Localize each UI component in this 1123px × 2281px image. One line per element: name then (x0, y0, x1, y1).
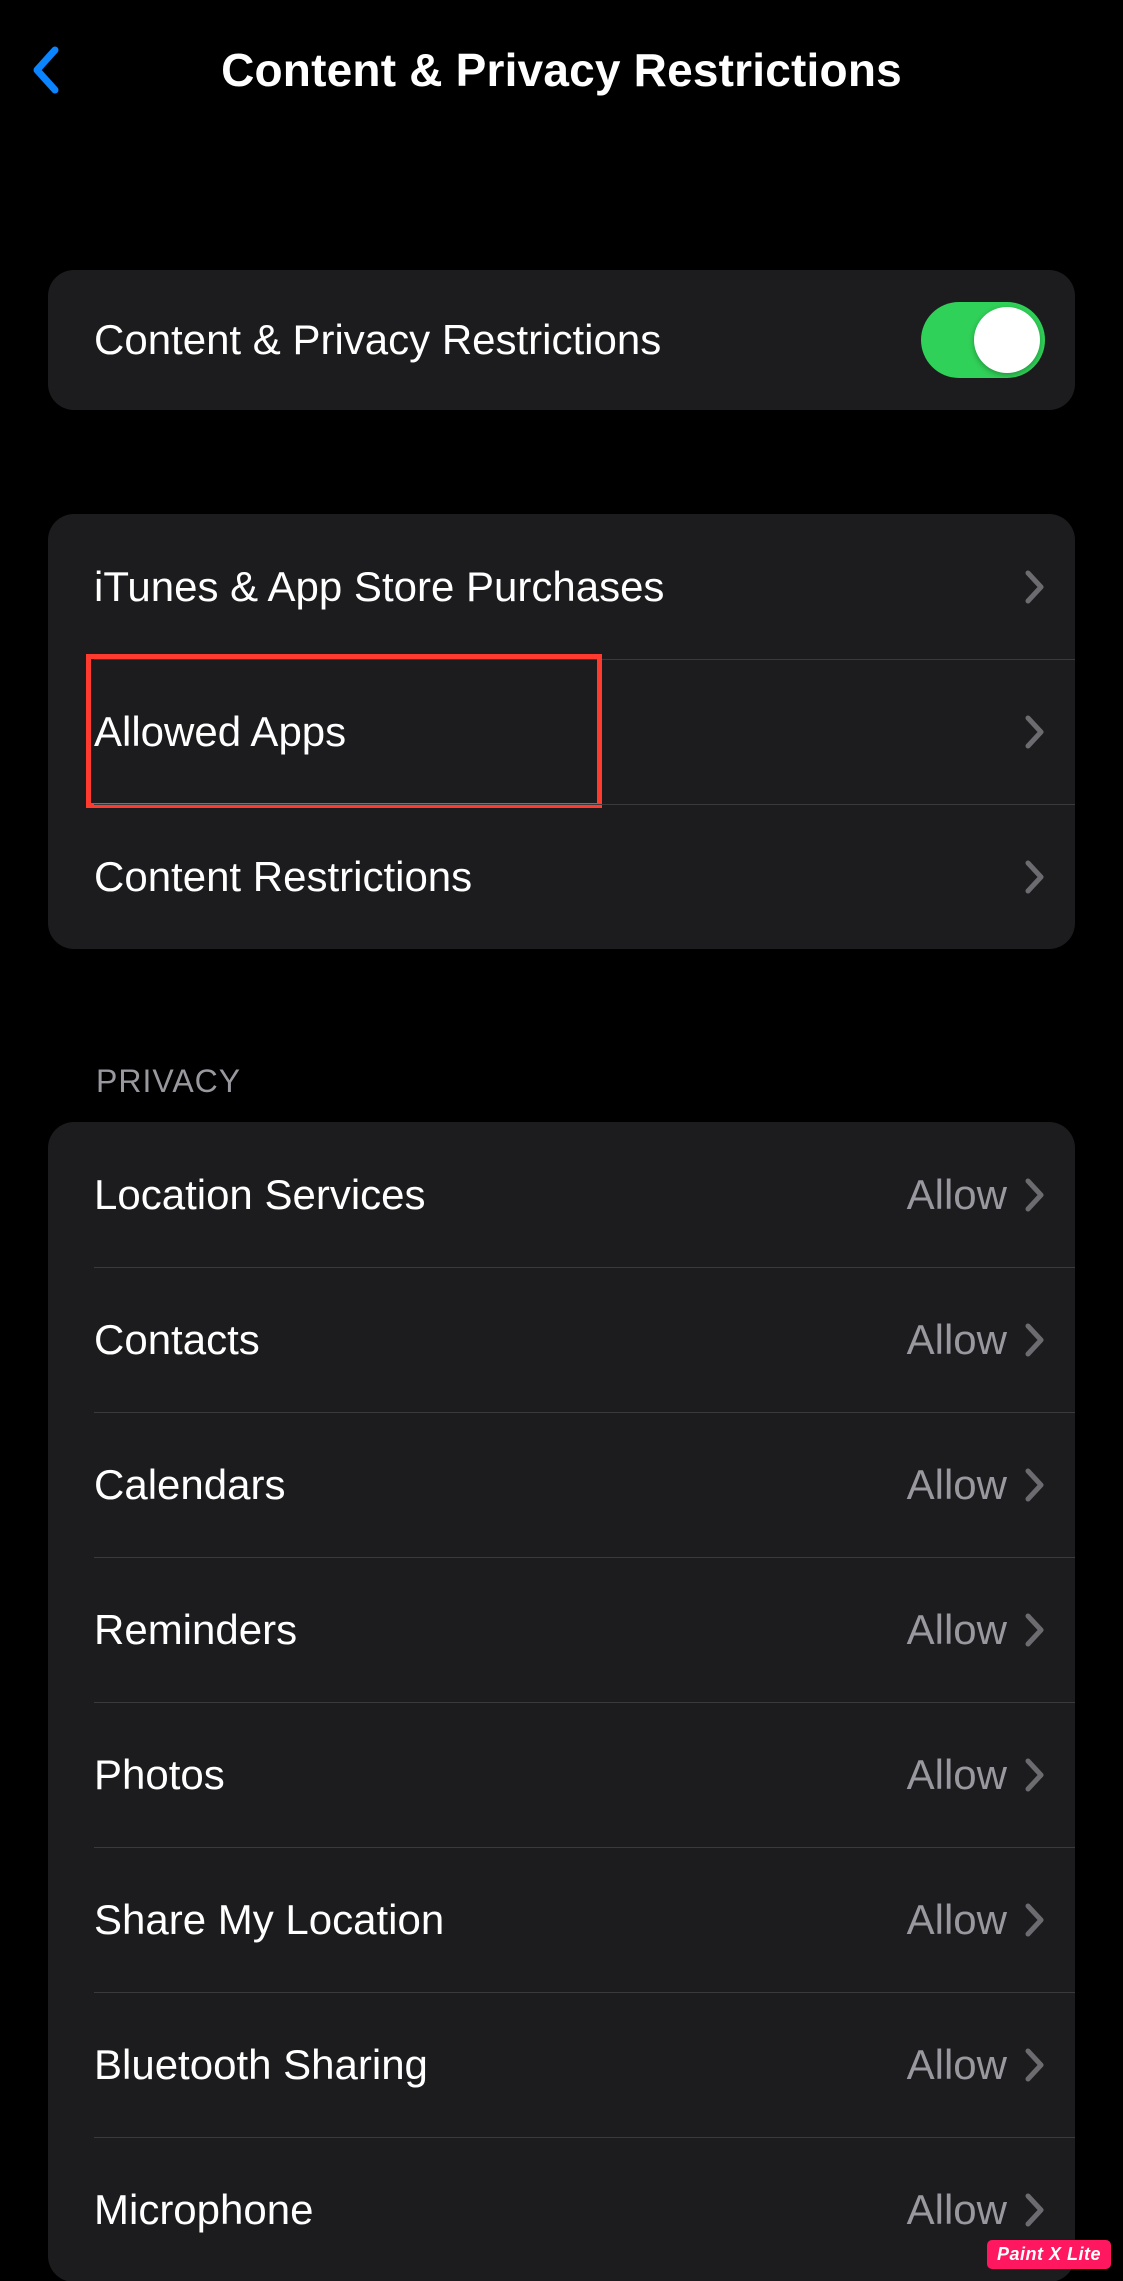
reminders-row[interactable]: Reminders Allow (48, 1557, 1075, 1702)
microphone-row[interactable]: Microphone Allow (48, 2137, 1075, 2281)
chevron-right-icon (1025, 1758, 1045, 1792)
row-value: Allow (907, 1896, 1007, 1944)
toggle-knob (974, 307, 1040, 373)
allowed-apps-row[interactable]: Allowed Apps (48, 659, 1075, 804)
row-label: Photos (94, 1751, 907, 1799)
content-privacy-toggle-row[interactable]: Content & Privacy Restrictions (48, 270, 1075, 410)
location-services-row[interactable]: Location Services Allow (48, 1122, 1075, 1267)
chevron-right-icon (1025, 715, 1045, 749)
chevron-right-icon (1025, 2048, 1045, 2082)
watermark-badge: Paint X Lite (987, 2240, 1111, 2269)
row-value: Allow (907, 1171, 1007, 1219)
row-label: Contacts (94, 1316, 907, 1364)
main-group: iTunes & App Store Purchases Allowed App… (48, 514, 1075, 949)
chevron-right-icon (1025, 1323, 1045, 1357)
photos-row[interactable]: Photos Allow (48, 1702, 1075, 1847)
row-value: Allow (907, 1751, 1007, 1799)
row-value: Allow (907, 1316, 1007, 1364)
toggle-group: Content & Privacy Restrictions (48, 270, 1075, 410)
share-my-location-row[interactable]: Share My Location Allow (48, 1847, 1075, 1992)
chevron-right-icon (1025, 570, 1045, 604)
row-value: Allow (907, 1461, 1007, 1509)
contacts-row[interactable]: Contacts Allow (48, 1267, 1075, 1412)
nav-header: Content & Privacy Restrictions (0, 0, 1123, 140)
bluetooth-sharing-row[interactable]: Bluetooth Sharing Allow (48, 1992, 1075, 2137)
calendars-row[interactable]: Calendars Allow (48, 1412, 1075, 1557)
privacy-group: Location Services Allow Contacts Allow C… (48, 1122, 1075, 2281)
row-value: Allow (907, 1606, 1007, 1654)
chevron-right-icon (1025, 1613, 1045, 1647)
back-button[interactable] (22, 40, 68, 100)
content-restrictions-row[interactable]: Content Restrictions (48, 804, 1075, 949)
row-value: Allow (907, 2041, 1007, 2089)
content-privacy-toggle[interactable] (921, 302, 1045, 378)
row-label: Share My Location (94, 1896, 907, 1944)
row-label: Content Restrictions (94, 853, 1021, 901)
row-label: Microphone (94, 2186, 907, 2234)
page-title: Content & Privacy Restrictions (221, 43, 902, 97)
row-label: Bluetooth Sharing (94, 2041, 907, 2089)
chevron-right-icon (1025, 1178, 1045, 1212)
chevron-right-icon (1025, 1468, 1045, 1502)
row-label: Reminders (94, 1606, 907, 1654)
chevron-right-icon (1025, 1903, 1045, 1937)
row-label: Location Services (94, 1171, 907, 1219)
row-label: iTunes & App Store Purchases (94, 563, 1021, 611)
row-value: Allow (907, 2186, 1007, 2234)
toggle-label: Content & Privacy Restrictions (94, 316, 921, 364)
privacy-section-header: PRIVACY (48, 1063, 1075, 1122)
chevron-left-icon (31, 46, 59, 94)
itunes-appstore-row[interactable]: iTunes & App Store Purchases (48, 514, 1075, 659)
chevron-right-icon (1025, 2193, 1045, 2227)
row-label: Allowed Apps (94, 708, 1021, 756)
chevron-right-icon (1025, 860, 1045, 894)
row-label: Calendars (94, 1461, 907, 1509)
